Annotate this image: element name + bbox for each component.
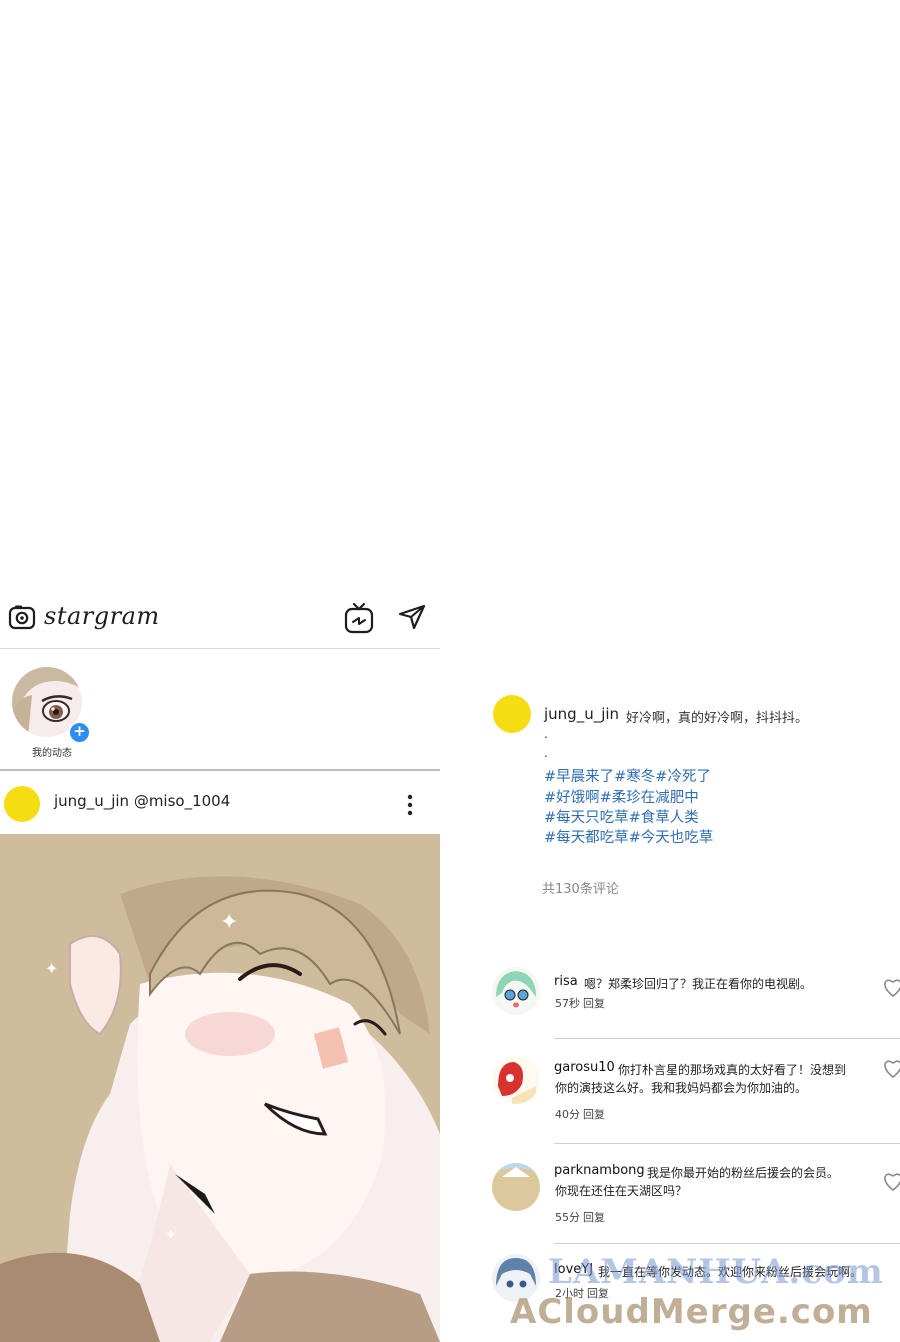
svg-text:✦: ✦ <box>165 1227 177 1243</box>
caption-username[interactable]: jung_u_jin <box>544 705 619 723</box>
more-options-icon[interactable] <box>400 792 420 818</box>
reply-button[interactable]: 回复 <box>583 1106 605 1122</box>
comment-divider <box>554 1038 900 1039</box>
commenter-username[interactable]: parknambong <box>554 1163 645 1178</box>
comment-text: 你现在还住在天湖区吗？ <box>555 1184 688 1198</box>
hashtag-line[interactable]: #好饿啊#柔珍在减肥中 <box>544 786 699 807</box>
post-author-username[interactable]: jung_u_jin @miso_1004 <box>54 792 230 810</box>
caption-dot: . <box>544 746 548 760</box>
post-image[interactable]: ✦ ✦ ✦ <box>0 834 440 1342</box>
caption-dot: . <box>544 727 548 741</box>
app-logo: stargram <box>44 602 160 630</box>
camera-icon[interactable] <box>8 604 36 630</box>
hashtag-line[interactable]: #每天只吃草#食草人类 <box>544 806 699 827</box>
add-story-button[interactable]: + <box>68 721 91 744</box>
watermark: LAMANHUA.com <box>548 1252 884 1292</box>
caption-author-avatar[interactable] <box>493 695 531 733</box>
svg-text:✦: ✦ <box>45 959 58 978</box>
avatar-illustration <box>492 1056 540 1104</box>
like-heart-icon[interactable] <box>882 976 900 1000</box>
comment-text: 你打朴言星的那场戏真的太好看了！没想到 <box>618 1063 847 1077</box>
stories-divider <box>0 769 440 771</box>
caption-text: 好冷啊，真的好冷啊，抖抖抖。 <box>626 711 809 726</box>
comment-time: 40分 <box>555 1108 580 1121</box>
comment-text: 你的演技这么好。我和我妈妈都会为你加油的。 <box>555 1081 808 1095</box>
commenter-username[interactable]: risa <box>554 974 578 989</box>
commenter-avatar[interactable] <box>492 1163 540 1211</box>
svg-text:✦: ✦ <box>220 910 238 935</box>
hashtag-line[interactable]: #早晨来了#寒冬#冷死了 <box>544 765 711 786</box>
like-heart-icon[interactable] <box>882 1170 900 1194</box>
avatar-illustration <box>492 967 540 1015</box>
reply-button[interactable]: 回复 <box>583 995 605 1011</box>
view-all-comments-link[interactable]: 共130条评论 <box>542 878 619 897</box>
app-header: stargram <box>0 596 440 648</box>
header-divider <box>0 648 440 649</box>
reply-button[interactable]: 回复 <box>583 1209 605 1225</box>
send-icon[interactable] <box>398 604 426 630</box>
igtv-icon[interactable] <box>344 602 374 634</box>
avatar-illustration <box>492 1163 540 1211</box>
hashtag-line[interactable]: #每天都吃草#今天也吃草 <box>544 826 713 847</box>
comment-time: 57秒 <box>555 997 580 1010</box>
my-story-label: 我的动态 <box>32 748 72 759</box>
commenter-avatar[interactable] <box>492 1056 540 1104</box>
commenter-username[interactable]: garosu10 <box>554 1060 615 1075</box>
comment-text: 我是你最开始的粉丝后援会的会员。 <box>647 1166 840 1180</box>
commenter-avatar[interactable] <box>492 967 540 1015</box>
watermark: ACloudMerge.com <box>510 1292 873 1332</box>
like-heart-icon[interactable] <box>882 1057 900 1081</box>
post-illustration: ✦ ✦ ✦ <box>0 834 440 1342</box>
comment-text: 嗯？郑柔珍回归了？我正在看你的电视剧。 <box>584 977 813 991</box>
comment-time: 55分 <box>555 1211 580 1224</box>
post-author-avatar[interactable] <box>4 786 40 822</box>
comment-divider <box>554 1243 900 1244</box>
comment-divider <box>554 1143 900 1144</box>
